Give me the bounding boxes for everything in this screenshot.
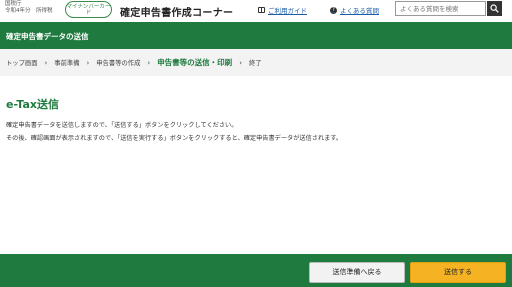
question-icon: ? <box>330 6 337 14</box>
search-icon <box>490 4 499 13</box>
agency-year: 令和4年分 所得税 <box>5 8 53 14</box>
breadcrumb-item-end: 終了 <box>249 60 262 67</box>
agency-logo[interactable]: 国税庁 令和4年分 所得税 <box>5 1 53 15</box>
send-button[interactable]: 送信する <box>410 262 506 283</box>
faq-link-label: よくある質問 <box>340 7 379 15</box>
breadcrumb: トップ画面 › 事前準備 › 申告書等の作成 › 申告書等の送信・印刷 › 終了 <box>0 49 512 76</box>
instruction-text-1: 確定申告書データを送信しますので、「送信する」ボタンをクリックしてください。 <box>6 122 238 129</box>
chevron-right-icon: › <box>86 58 90 67</box>
page-title: 確定申告書作成コーナー <box>120 8 234 19</box>
breadcrumb-item-prep: 事前準備 <box>54 60 80 67</box>
breadcrumb-item-create: 申告書等の作成 <box>96 60 141 67</box>
book-icon <box>258 7 265 13</box>
back-button[interactable]: 送信準備へ戻る <box>309 262 405 283</box>
footer-bar: 送信準備へ戻る 送信する <box>0 254 512 287</box>
main-heading: e-Tax送信 <box>6 98 60 111</box>
guide-link-label: ご利用ガイド <box>268 7 307 15</box>
chevron-right-icon: › <box>239 58 242 67</box>
search-button[interactable] <box>487 1 502 16</box>
faq-link[interactable]: ? よくある質問 <box>330 5 379 15</box>
section-bar: 確定申告書データの送信 <box>0 22 512 49</box>
breadcrumb-item-top: トップ画面 <box>6 60 38 67</box>
mynumber-card-badge[interactable]: マイナンバーカード <box>65 1 112 18</box>
section-title: 確定申告書データの送信 <box>6 32 89 41</box>
guide-link[interactable]: ご利用ガイド <box>258 5 307 15</box>
breadcrumb-item-current: 申告書等の送信・印刷 <box>157 58 233 67</box>
header: 国税庁 令和4年分 所得税 マイナンバーカード 確定申告書作成コーナー ご利用ガ… <box>0 0 512 22</box>
chevron-right-icon: › <box>147 58 151 67</box>
search-input[interactable] <box>395 1 486 16</box>
chevron-right-icon: › <box>44 58 48 67</box>
agency-name: 国税庁 <box>5 1 22 7</box>
instruction-text-2: その後、確認画面が表示されますので、「送信を実行する」ボタンをクリックすると、確… <box>6 135 343 142</box>
